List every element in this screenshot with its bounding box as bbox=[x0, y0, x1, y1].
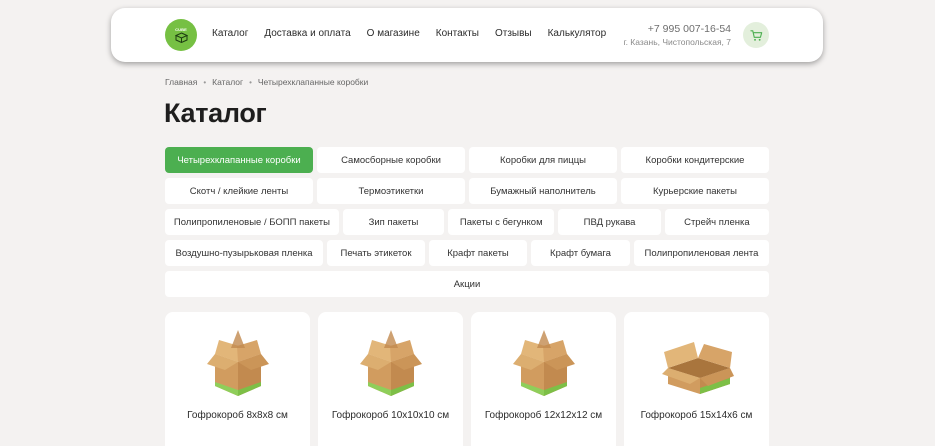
address: г. Казань, Чистопольская, 7 bbox=[623, 37, 732, 47]
cardboard-box-icon bbox=[207, 330, 269, 396]
main-nav: Каталог Доставка и оплата О магазине Кон… bbox=[212, 28, 622, 39]
logo[interactable]: CUBE bbox=[165, 19, 197, 51]
category-courier-bags[interactable]: Курьерские пакеты bbox=[621, 178, 769, 204]
category-bopp-bags[interactable]: Полипропиленовые / БОПП пакеты bbox=[165, 209, 339, 235]
category-zip-bags[interactable]: Зип пакеты bbox=[342, 209, 445, 235]
cardboard-box-icon bbox=[513, 330, 575, 396]
category-four-flap-boxes[interactable]: Четырехклапанные коробки bbox=[165, 147, 313, 173]
category-paper-filler[interactable]: Бумажный наполнитель bbox=[469, 178, 617, 204]
nav-about[interactable]: О магазине bbox=[367, 28, 420, 39]
breadcrumb: Главная • Каталог • Четырехклапанные кор… bbox=[165, 77, 368, 87]
contacts-block: +7 995 007-16-54 г. Казань, Чистопольска… bbox=[624, 23, 732, 49]
category-slider-bags[interactable]: Пакеты с бегунком bbox=[448, 209, 555, 235]
product-grid: Гофрокороб 8x8x8 см Гофрокороб 10x10x10 … bbox=[165, 312, 769, 446]
breadcrumb-current: Четырехклапанные коробки bbox=[257, 77, 369, 87]
breadcrumb-separator: • bbox=[203, 77, 207, 87]
category-row: Скотч / клейкие ленты Термоэтикетки Бума… bbox=[165, 178, 769, 204]
nav-reviews[interactable]: Отзывы bbox=[495, 28, 532, 39]
breadcrumb-separator: • bbox=[249, 77, 252, 87]
product-card[interactable]: Гофрокороб 8x8x8 см bbox=[165, 312, 310, 446]
category-pp-tape[interactable]: Полипропиленовая лента bbox=[634, 240, 769, 266]
category-confectionery-boxes[interactable]: Коробки кондитерские bbox=[621, 147, 769, 173]
product-title: Гофрокороб 12x12x12 см bbox=[484, 410, 603, 421]
nav-catalog[interactable]: Каталог bbox=[212, 28, 248, 39]
cart-button[interactable] bbox=[743, 22, 769, 48]
category-label-printing[interactable]: Печать этикеток bbox=[327, 240, 425, 266]
category-ldpe-sleeves[interactable]: ПВД рукава bbox=[558, 209, 661, 235]
box-logo-icon bbox=[174, 32, 188, 43]
category-row: Воздушно-пузырьковая пленка Печать этике… bbox=[165, 240, 769, 266]
category-row: Четырехклапанные коробки Самосборные кор… bbox=[165, 147, 769, 173]
category-kraft-paper[interactable]: Крафт бумага bbox=[531, 240, 630, 266]
category-list: Четырехклапанные коробки Самосборные кор… bbox=[165, 147, 769, 302]
product-card[interactable]: Гофрокороб 12x12x12 см bbox=[471, 312, 616, 446]
category-stretch-film[interactable]: Стрейч пленка bbox=[664, 209, 769, 235]
page-title: Каталог bbox=[164, 98, 267, 128]
site-header: CUBE Каталог Доставка и оплата О магазин… bbox=[111, 8, 823, 62]
breadcrumb-home[interactable]: Главная bbox=[165, 77, 197, 87]
cart-icon bbox=[749, 29, 762, 41]
phone-link[interactable]: +7 995 007-16-54 bbox=[624, 23, 731, 36]
category-thermal-labels[interactable]: Термоэтикетки bbox=[317, 178, 465, 204]
page: CUBE Каталог Доставка и оплата О магазин… bbox=[0, 0, 935, 446]
category-row: Акции bbox=[165, 271, 769, 297]
nav-delivery[interactable]: Доставка и оплата bbox=[264, 28, 350, 39]
category-self-assembly-boxes[interactable]: Самосборные коробки bbox=[317, 147, 465, 173]
flat-cardboard-box-icon bbox=[662, 342, 734, 394]
category-promotions[interactable]: Акции bbox=[165, 271, 769, 297]
nav-contacts[interactable]: Контакты bbox=[436, 28, 479, 39]
breadcrumb-catalog[interactable]: Каталог bbox=[212, 77, 243, 87]
product-card[interactable]: Гофрокороб 10x10x10 см bbox=[318, 312, 463, 446]
category-row: Полипропиленовые / БОПП пакеты Зип пакет… bbox=[165, 209, 769, 235]
product-card[interactable]: Гофрокороб 15x14x6 см bbox=[624, 312, 769, 446]
cardboard-box-icon bbox=[360, 330, 422, 396]
category-tape[interactable]: Скотч / клейкие ленты bbox=[165, 178, 313, 204]
product-title: Гофрокороб 10x10x10 см bbox=[331, 410, 450, 421]
nav-calculator[interactable]: Калькулятор bbox=[548, 28, 607, 39]
category-pizza-boxes[interactable]: Коробки для пиццы bbox=[469, 147, 617, 173]
product-title: Гофрокороб 15x14x6 см bbox=[640, 410, 753, 421]
product-title: Гофрокороб 8x8x8 см bbox=[187, 410, 288, 421]
category-kraft-bags[interactable]: Крафт пакеты bbox=[429, 240, 527, 266]
category-bubble-wrap[interactable]: Воздушно-пузырьковая пленка bbox=[165, 240, 323, 266]
